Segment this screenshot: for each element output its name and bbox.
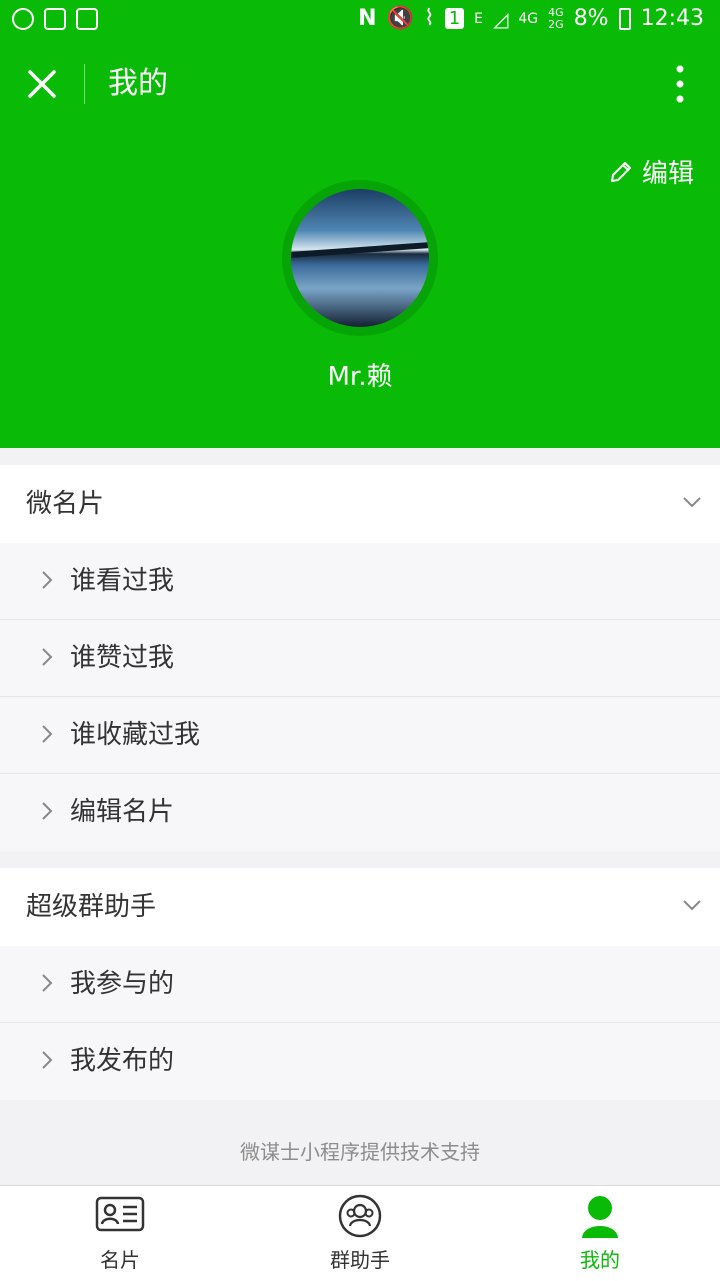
list-item-who-liked-me[interactable]: 谁赞过我 xyxy=(0,620,720,697)
network-4g-2g-top: 4G xyxy=(548,5,564,19)
chevron-right-icon xyxy=(42,571,53,589)
edge-label: E xyxy=(474,10,483,27)
list-item-joined[interactable]: 我参与的 xyxy=(0,946,720,1023)
username: Mr.赖 xyxy=(327,362,393,392)
nav-bar: 我的 xyxy=(0,42,720,128)
pencil-icon xyxy=(610,161,631,182)
edit-profile-button[interactable]: 编辑 xyxy=(608,153,694,190)
status-bar: N 🔇 ⌇ 1 E ◿ 4G 4G 2G 8% 12:43 xyxy=(0,0,720,42)
chevron-down-icon xyxy=(683,497,701,508)
chevron-right-icon xyxy=(42,1051,53,1069)
avatar-ring xyxy=(282,180,438,336)
more-vertical-icon xyxy=(676,65,684,103)
clock: 12:43 xyxy=(640,6,704,31)
tab-mine[interactable]: 我的 xyxy=(480,1186,720,1281)
more-button[interactable] xyxy=(668,62,692,106)
list-item-label: 谁收藏过我 xyxy=(70,720,201,750)
app-notification-icon xyxy=(12,8,34,30)
nfc-icon: N xyxy=(358,6,377,31)
list-item-published[interactable]: 我发布的 xyxy=(0,1023,720,1100)
mute-icon: 🔇 xyxy=(386,6,414,31)
footer-note: 微谋士小程序提供技术支持 xyxy=(240,1140,480,1164)
battery-percent: 8% xyxy=(573,6,609,31)
network-4g-label: 4G xyxy=(518,10,539,27)
avatar[interactable] xyxy=(291,189,429,327)
edit-label: 编辑 xyxy=(641,159,694,189)
group-icon xyxy=(338,1194,382,1238)
section-title: 超级群助手 xyxy=(26,892,157,922)
chevron-down-icon xyxy=(683,900,701,911)
tab-group-assistant[interactable]: 群助手 xyxy=(240,1186,480,1281)
signal-icon: ◿ xyxy=(493,6,509,31)
sim-icon: 1 xyxy=(444,8,465,29)
list-item-label: 谁看过我 xyxy=(70,566,175,596)
user-icon xyxy=(582,1196,618,1238)
chevron-right-icon xyxy=(42,725,53,743)
list-item-label: 编辑名片 xyxy=(70,797,175,827)
list-item-who-saved-me[interactable]: 谁收藏过我 xyxy=(0,697,720,774)
tab-label: 群助手 xyxy=(330,1248,390,1272)
profile-header: N 🔇 ⌇ 1 E ◿ 4G 4G 2G 8% 12:43 我的 编辑 Mr.赖 xyxy=(0,0,720,448)
close-icon xyxy=(28,70,56,98)
list-item-label: 我参与的 xyxy=(70,969,175,999)
wifi-icon: ⌇ xyxy=(423,6,435,31)
list-item-label: 谁赞过我 xyxy=(70,643,175,673)
close-button[interactable] xyxy=(22,64,62,104)
section-title: 微名片 xyxy=(26,489,105,519)
list-item-edit-card[interactable]: 编辑名片 xyxy=(0,774,720,851)
card-icon xyxy=(95,1196,145,1232)
image-icon xyxy=(44,8,66,30)
network-4g-2g-label: 4G 2G xyxy=(548,5,564,31)
tab-card[interactable]: 名片 xyxy=(0,1186,240,1281)
list-item-label: 我发布的 xyxy=(70,1046,175,1076)
nav-divider xyxy=(84,64,85,104)
chevron-right-icon xyxy=(42,648,53,666)
list-item-who-viewed-me[interactable]: 谁看过我 xyxy=(0,543,720,620)
battery-icon xyxy=(618,7,631,30)
section-header-group-assistant[interactable]: 超级群助手 xyxy=(0,868,720,946)
page-title: 我的 xyxy=(108,66,168,101)
chevron-right-icon xyxy=(42,974,53,992)
calendar-icon xyxy=(76,8,98,30)
tab-bar: 名片 群助手 我的 xyxy=(0,1185,720,1281)
chevron-right-icon xyxy=(42,802,53,820)
tab-label: 我的 xyxy=(580,1248,620,1272)
network-4g-2g-bottom: 2G xyxy=(548,17,564,31)
section-header-weimingpian[interactable]: 微名片 xyxy=(0,465,720,543)
tab-label: 名片 xyxy=(100,1248,140,1272)
